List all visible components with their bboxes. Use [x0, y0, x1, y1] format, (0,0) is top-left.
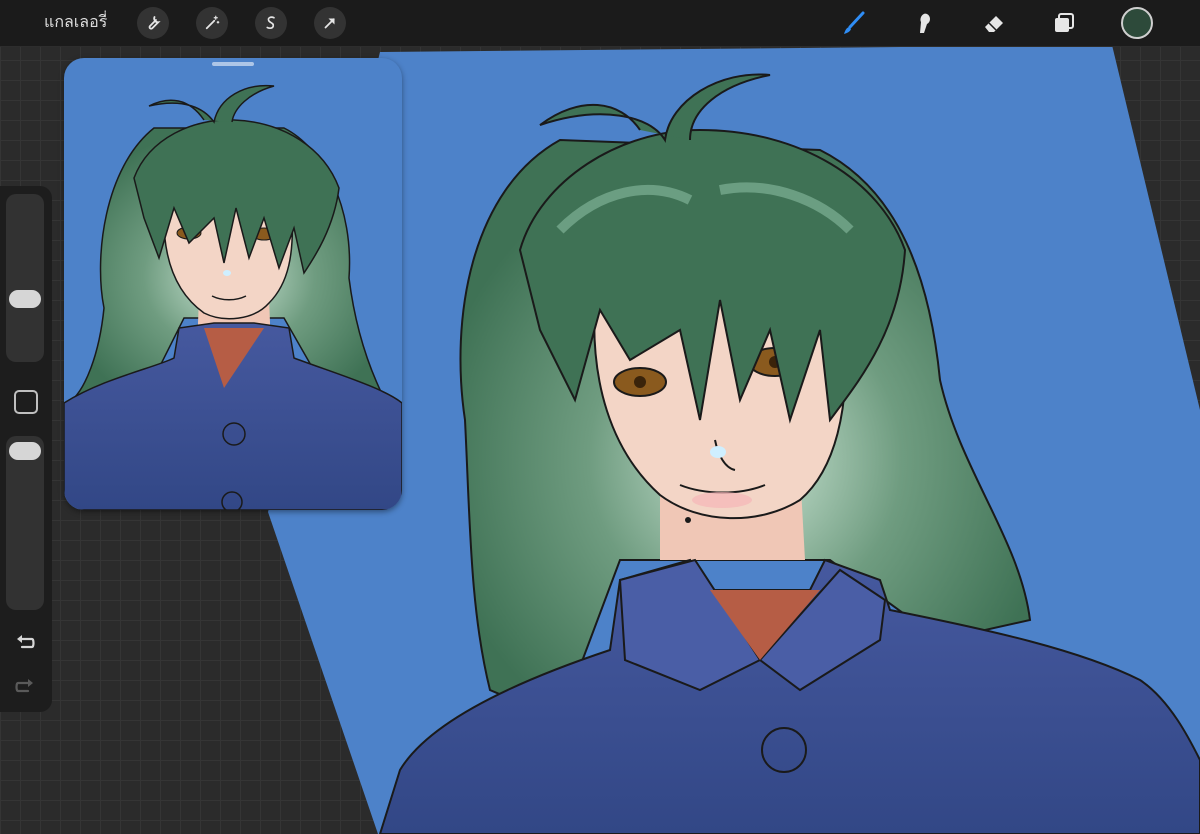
opacity-slider[interactable]: [6, 436, 44, 610]
ahoge: [539, 73, 771, 143]
reference-artwork: [64, 84, 402, 510]
beauty-mark: [685, 517, 691, 523]
brush-icon: [844, 11, 865, 34]
smudge-icon: [920, 13, 930, 33]
wrench-icon: [148, 16, 161, 30]
top-toolbar: แกลเลอรี่: [0, 0, 1200, 47]
adjustments-button[interactable]: [196, 7, 228, 39]
brush-tool[interactable]: [838, 7, 870, 39]
opacity-thumb[interactable]: [9, 442, 41, 460]
layers-tool[interactable]: [1048, 7, 1080, 39]
actions-button[interactable]: [137, 7, 169, 39]
selection-button[interactable]: [255, 7, 287, 39]
reference-drag-handle[interactable]: [212, 62, 254, 66]
eraser-tool[interactable]: [978, 7, 1010, 39]
arrow-cursor-icon: [324, 18, 335, 29]
smudge-tool[interactable]: [908, 7, 940, 39]
transform-button[interactable]: [314, 7, 346, 39]
left-sidebar: [0, 186, 52, 712]
brush-size-slider[interactable]: [6, 194, 44, 362]
undo-icon[interactable]: [12, 630, 38, 656]
gallery-button[interactable]: แกลเลอรี่: [44, 10, 107, 36]
color-picker-swatch[interactable]: [1121, 7, 1153, 39]
brush-size-thumb[interactable]: [9, 290, 41, 308]
selection-s-icon: [266, 16, 275, 29]
layers-icon: [1055, 13, 1074, 32]
redo-icon[interactable]: [12, 674, 38, 700]
eraser-icon: [985, 16, 1003, 32]
reference-window[interactable]: [64, 58, 402, 510]
modify-button[interactable]: [14, 390, 38, 414]
magic-wand-icon: [205, 15, 220, 30]
